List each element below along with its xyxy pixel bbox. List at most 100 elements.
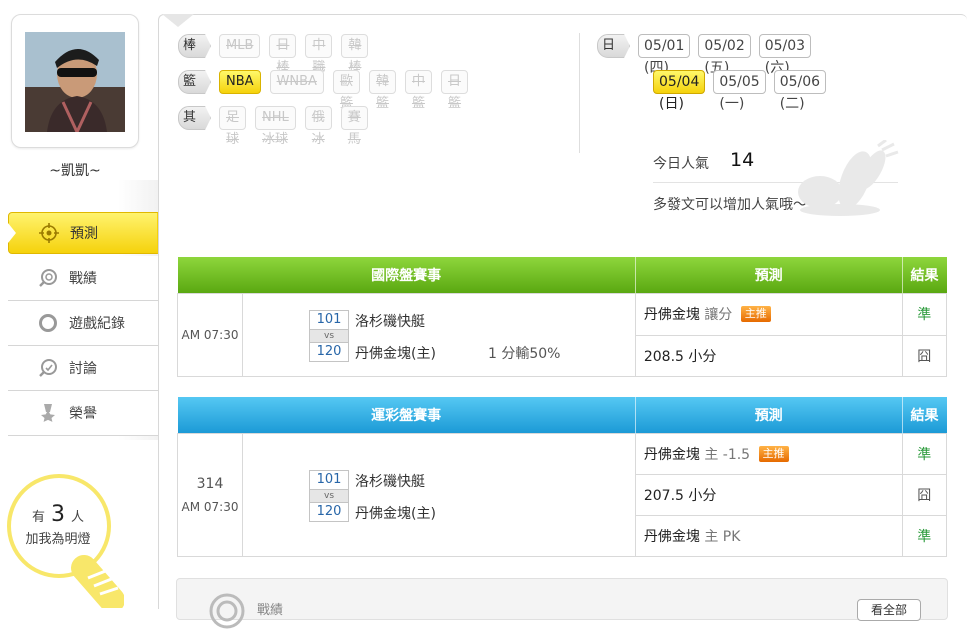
sidebar-item-record[interactable]: 戰績 — [8, 256, 158, 301]
col-header-result: 結果 — [902, 257, 947, 294]
mentor-bulb[interactable]: 有3人 加我為明燈 — [4, 468, 124, 608]
sidebar-item-label: 榮譽 — [69, 406, 97, 422]
panel-tab-notch — [162, 14, 194, 27]
handicap-odds: 1 分輸50% — [488, 346, 561, 362]
chip-horse-racing[interactable]: 賽馬 — [340, 106, 368, 147]
avatar-frame — [11, 14, 139, 148]
chip-euro-basketball[interactable]: 歐籃 — [332, 70, 360, 111]
result-cell: 囧 — [901, 334, 948, 377]
match-cell: 101 vs 120 洛杉磯快艇 丹佛金塊(主) 1 分輸50% — [242, 293, 636, 377]
prediction-cell: 208.5 小分 — [634, 334, 903, 377]
date-row-2: 05/04 (日) 05/05 (一) 05/06 (二) — [653, 70, 834, 112]
table-row: 314 AM 07:30 101 vs 120 洛杉磯快艇 丹佛金塊(主) 丹佛… — [176, 433, 948, 557]
username[interactable]: ~凱凱~ — [0, 160, 150, 180]
sidebar: ~凱凱~ 預測 戰績 遊戲紀錄 討論 榮譽 有 3 人 加我為明燈 — [0, 0, 171, 608]
chip-china-basketball[interactable]: 中籃 — [404, 70, 432, 111]
home-team-number: 120 — [316, 344, 342, 359]
prediction-detail: 主 PK — [704, 529, 741, 545]
matchup: 101 vs 120 洛杉磯快艇 丹佛金塊(主) — [243, 434, 635, 556]
medal-icon — [37, 402, 59, 424]
table-row: AM 07:30 101 vs 120 洛杉磯快艇 丹佛金塊(主) 1 分輸50… — [176, 293, 948, 377]
result-cell: 準 — [901, 433, 948, 475]
sidebar-item-label: 討論 — [69, 361, 97, 377]
col-header-result: 結果 — [902, 397, 947, 434]
sidebar-item-discussion[interactable]: 討論 — [8, 346, 158, 391]
mascot-watermark-icon — [798, 140, 899, 216]
date-0503[interactable]: 05/03 (六) — [758, 34, 812, 76]
avatar-photo-icon — [25, 32, 125, 132]
prediction-total: 208.5 — [643, 348, 684, 365]
table-header-row: 運彩盤賽事 預測 結果 — [177, 397, 947, 434]
prediction-detail: 小分 — [688, 348, 717, 365]
sidebar-item-prediction[interactable]: 預測 — [8, 212, 171, 254]
chip-korea-basketball[interactable]: 韓籃 — [368, 70, 396, 111]
prediction-detail: 讓分 — [704, 307, 733, 324]
prediction-total: 207.5 — [643, 488, 684, 504]
away-team-number: 101 — [316, 312, 342, 327]
chip-khl[interactable]: 俄冰 — [304, 106, 332, 147]
filter-label-other: 其他 — [178, 106, 212, 130]
search-record-icon — [37, 267, 59, 289]
chip-japan-basketball[interactable]: 日籃 — [441, 70, 469, 111]
chip-mlb[interactable]: MLB — [219, 34, 261, 58]
sports-lottery-table: 運彩盤賽事 預測 結果 314 AM 07:30 101 vs 120 洛杉磯快… — [176, 397, 948, 557]
filter-label-baseball: 棒球 — [178, 34, 212, 58]
record-summary-box: 戰績 看全部 — [176, 578, 948, 629]
prediction-team: 丹佛金塊 — [643, 447, 700, 463]
date-0504[interactable]: 05/04 (日) — [653, 70, 706, 112]
record-icon — [209, 593, 245, 629]
sidebar-item-label: 預測 — [70, 226, 98, 242]
vs-label: vs — [310, 489, 349, 503]
prediction-cell: 丹佛金塊 主 -1.5 主推 — [634, 433, 903, 475]
home-team-name[interactable]: 丹佛金塊(主) — [355, 343, 436, 363]
intl-odds-table: 國際盤賽事 預測 結果 AM 07:30 101 vs 120 洛杉磯快艇 丹佛… — [176, 257, 948, 377]
mentor-count-text: 有3人 — [31, 502, 85, 527]
chip-cpbl[interactable]: 中職 — [305, 34, 333, 75]
top-pick-badge: 主推 — [740, 306, 771, 323]
prediction-cell: 丹佛金塊 主 PK — [634, 515, 903, 557]
avatar[interactable] — [25, 32, 125, 132]
prediction-cell: 丹佛金塊 讓分 主推 — [634, 293, 903, 336]
team-number-box: 101 vs 120 — [309, 470, 350, 522]
away-team-name[interactable]: 洛杉磯快艇 — [355, 471, 425, 491]
game-code: 314 — [196, 476, 224, 492]
filter-divider — [579, 33, 580, 153]
game-time: AM 07:30 — [176, 293, 244, 377]
chip-soccer[interactable]: 足球 — [219, 106, 247, 147]
result-cell: 準 — [901, 515, 948, 557]
sidebar-item-label: 遊戲紀錄 — [69, 316, 125, 332]
sidebar-item-honor[interactable]: 榮譽 — [8, 391, 158, 436]
chip-nba[interactable]: NBA — [219, 70, 261, 94]
chip-kbo[interactable]: 韓棒 — [341, 34, 369, 75]
target-icon — [38, 222, 60, 244]
away-team-number: 101 — [316, 472, 342, 487]
date-0501[interactable]: 05/01 (四) — [638, 34, 691, 76]
top-pick-badge: 主推 — [758, 446, 789, 462]
game-time: AM 07:30 — [181, 500, 239, 514]
team-number-box: 101 vs 120 — [309, 310, 350, 362]
chip-wnba[interactable]: WNBA — [269, 70, 324, 94]
filter-row-basketball: 籃球 NBA WNBA 歐籃 韓籃 中籃 日籃 — [178, 70, 477, 111]
home-team-name[interactable]: 丹佛金塊(主) — [355, 503, 436, 523]
popularity-value: 14 — [730, 149, 755, 171]
away-team-name[interactable]: 洛杉磯快艇 — [355, 311, 425, 331]
col-header-prediction: 預測 — [635, 397, 903, 434]
mentor-caption: 加我為明燈 — [25, 532, 91, 547]
home-team-number: 120 — [316, 504, 342, 519]
date-0502[interactable]: 05/02 (五) — [698, 34, 751, 76]
view-all-button[interactable]: 看全部 — [857, 599, 921, 621]
col-header-event: 運彩盤賽事 — [177, 397, 636, 434]
record-box-title: 戰績 — [257, 603, 284, 618]
date-0506[interactable]: 05/06 (二) — [773, 70, 827, 112]
sidebar-item-game-log[interactable]: 遊戲紀錄 — [8, 301, 158, 346]
prediction-cell: 207.5 小分 — [634, 474, 903, 516]
table-header-row: 國際盤賽事 預測 結果 — [177, 257, 947, 294]
filter-row-other: 其他 足球 NHL冰球 俄冰 賽馬 — [178, 106, 377, 147]
chip-npb[interactable]: 日棒 — [269, 34, 297, 75]
col-header-event: 國際盤賽事 — [177, 257, 636, 294]
prediction-detail: 小分 — [688, 488, 717, 504]
chip-nhl[interactable]: NHL冰球 — [255, 106, 296, 147]
date-0505[interactable]: 05/05 (一) — [713, 70, 766, 112]
match-cell: 101 vs 120 洛杉磯快艇 丹佛金塊(主) — [242, 433, 636, 557]
popularity-tip: 多發文可以增加人氣哦～ — [653, 197, 807, 213]
